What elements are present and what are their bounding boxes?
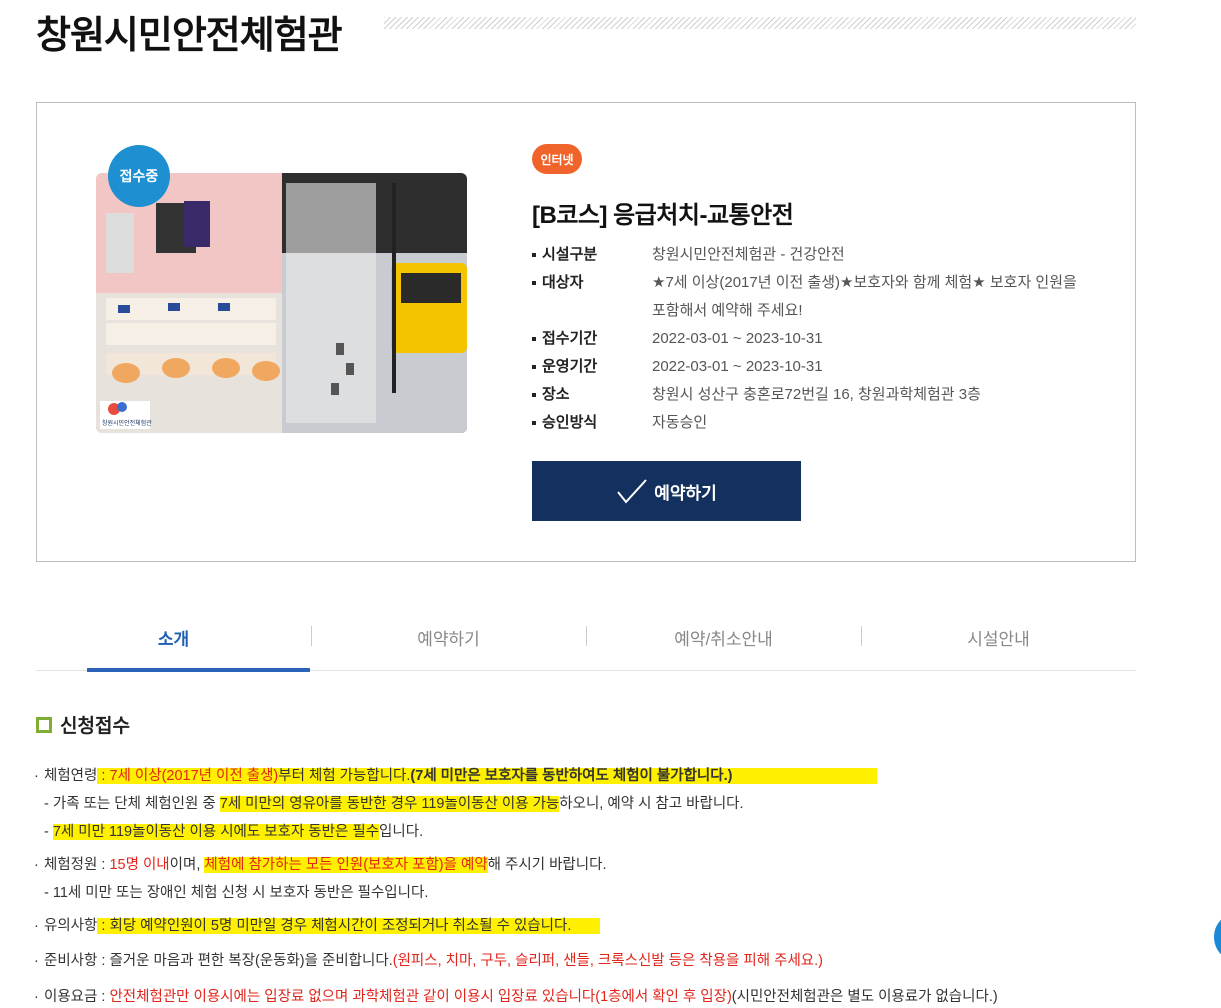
tab-intro[interactable]: 소개 [36, 605, 311, 672]
reserve-button[interactable]: 예약하기 [532, 461, 801, 521]
floating-side-button[interactable] [1214, 912, 1221, 962]
info-row-facility: 시설구분 창원시민안전체험관 - 건강안전 [532, 241, 1092, 269]
rule-text: 입니다. [379, 824, 424, 840]
rule-text: - 가족 또는 단체 체험인원 중 [44, 796, 220, 812]
rule-red-text: 7세 이상(2017년 이전 출생) [109, 768, 279, 784]
reserve-button-label: 예약하기 [654, 483, 717, 503]
rule-label: 체험연령 [44, 768, 98, 784]
info-key: 운영기간 [532, 353, 652, 381]
photo-logo-text: 창원시민안전체험관 [102, 419, 152, 427]
rule-fee: · 이용요금 : 안전체험관만 이용시에는 입장료 없으며 과학체험관 같이 이용… [34, 989, 998, 1005]
info-row-apply-period: 접수기간 2022-03-01 ~ 2023-10-31 [532, 325, 1092, 353]
rule-bold-text: (7세 미만은 보호자를 동반하여도 체험이 불가합니다.) [410, 768, 733, 784]
rule-age: · 체험연령 : 7세 이상(2017년 이전 출생)부터 체험 가능합니다.(7… [34, 764, 878, 785]
rule-text: 해 주시기 바랍니다. [487, 857, 607, 873]
rule-label: 이용요금 [44, 989, 98, 1005]
rule-age-sub1: - 가족 또는 단체 체험인원 중 7세 미만의 영유아를 동반한 경우 119… [44, 792, 744, 813]
info-value: ★7세 이상(2017년 이전 출생)★보호자와 함께 체험★ 보호자 인원을 … [652, 269, 1077, 325]
square-bullet-icon [36, 716, 52, 733]
status-badge: 접수중 [108, 145, 170, 207]
rule-highlight-text: 회당 예약인원이 5명 미만일 경우 체험시간이 조정되거나 취소될 수 있습니… [109, 918, 572, 934]
rule-red-text: 안전체험관만 이용시에는 입장료 없으며 과학체험관 같이 이용시 입장료 있습… [109, 989, 732, 1005]
tab-cancel-guide[interactable]: 예약/취소안내 [586, 605, 861, 670]
rule-highlight-text: 7세 미만의 영유아를 동반한 경우 119놀이동산 이용 가능 [219, 796, 560, 812]
rule-text: - 11세 미만 또는 장애인 체험 신청 시 보호자 동반은 필수입니다. [44, 885, 429, 901]
info-value: 2022-03-01 ~ 2023-10-31 [652, 358, 823, 375]
info-key: 접수기간 [532, 325, 652, 353]
tab-facility-guide[interactable]: 시설안내 [861, 605, 1136, 670]
rule-text: 하오니, 예약 시 참고 바랍니다. [559, 796, 744, 812]
info-value: 2022-03-01 ~ 2023-10-31 [652, 330, 823, 347]
rule-label: 체험정원 [44, 857, 98, 873]
rule-label: 유의사항 [44, 918, 98, 934]
rule-text: 부터 체험 가능합니다. [278, 768, 411, 784]
rule-red-text: 15명 이내 [109, 857, 170, 873]
tab-reserve[interactable]: 예약하기 [311, 605, 586, 670]
rule-text: - [44, 824, 53, 840]
rule-text: 즐거운 마음과 편한 복장(운동화)을 준비합니다. [109, 953, 393, 969]
course-info-list: 시설구분 창원시민안전체험관 - 건강안전 대상자 ★7세 이상(2017년 이… [532, 241, 1092, 437]
check-icon [617, 479, 647, 504]
info-row-target: 대상자 ★7세 이상(2017년 이전 출생)★보호자와 함께 체험★ 보호자 … [532, 269, 1092, 325]
title-decoration [384, 17, 1136, 29]
rule-capacity: · 체험정원 : 15명 이내이며, 체험에 참가하는 모든 인원(보호자 포함)… [34, 857, 607, 873]
info-row-location: 장소 창원시 성산구 충혼로72번길 16, 창원과학체험관 3층 [532, 381, 1092, 409]
info-row-operation-period: 운영기간 2022-03-01 ~ 2023-10-31 [532, 353, 1092, 381]
info-value: 창원시 성산구 충혼로72번길 16, 창원과학체험관 3층 [652, 386, 981, 403]
rule-notice: · 유의사항 : 회당 예약인원이 5명 미만일 경우 체험시간이 조정되거나 취… [34, 914, 600, 935]
tab-bar: 소개 예약하기 예약/취소안내 시설안내 [36, 605, 1136, 672]
rule-highlight-text: 체험에 참가하는 모든 인원(보호자 포함)을 예약 [204, 857, 488, 873]
course-title: [B코스] 응급처치-교통안전 [532, 202, 794, 229]
channel-chip: 인터넷 [532, 144, 582, 174]
rule-text: 이며, [169, 857, 205, 873]
info-row-approval: 승인방식 자동승인 [532, 409, 1092, 437]
rule-age-sub2: - 7세 미만 119놀이동산 이용 시에도 보호자 동반은 필수입니다. [44, 820, 423, 841]
section-header: 신청접수 [36, 711, 130, 738]
info-value-line1: ★7세 이상(2017년 이전 출생)★보호자와 함께 체험★ 보호자 인원을 [652, 274, 1077, 291]
rule-capacity-sub: - 11세 미만 또는 장애인 체험 신청 시 보호자 동반은 필수입니다. [44, 881, 428, 902]
info-key: 시설구분 [532, 241, 652, 269]
info-key: 대상자 [532, 269, 652, 325]
rule-text: (시민안전체험관은 별도 이용료가 없습니다.) [731, 989, 998, 1005]
page-title: 창원시민안전체험관 [36, 15, 343, 57]
info-key: 승인방식 [532, 409, 652, 437]
rule-highlight-text: 7세 미만 119놀이동산 이용 시에도 보호자 동반은 필수 [52, 824, 380, 840]
rule-preparation: · 준비사항 : 즐거운 마음과 편한 복장(운동화)을 준비합니다.(원피스, … [34, 953, 823, 969]
info-key: 장소 [532, 381, 652, 409]
section-title: 신청접수 [60, 716, 130, 737]
rule-red-text: (원피스, 치마, 구두, 슬리퍼, 샌들, 크록스신발 등은 착용을 피해 주… [392, 953, 823, 969]
info-value-line2: 포함해서 예약해 주세요! [652, 302, 803, 319]
rule-label: 준비사항 [44, 953, 98, 969]
info-value: 창원시민안전체험관 - 건강안전 [652, 246, 845, 263]
course-photo: 창원시민안전체험관 [96, 173, 467, 433]
info-value: 자동승인 [652, 414, 708, 431]
